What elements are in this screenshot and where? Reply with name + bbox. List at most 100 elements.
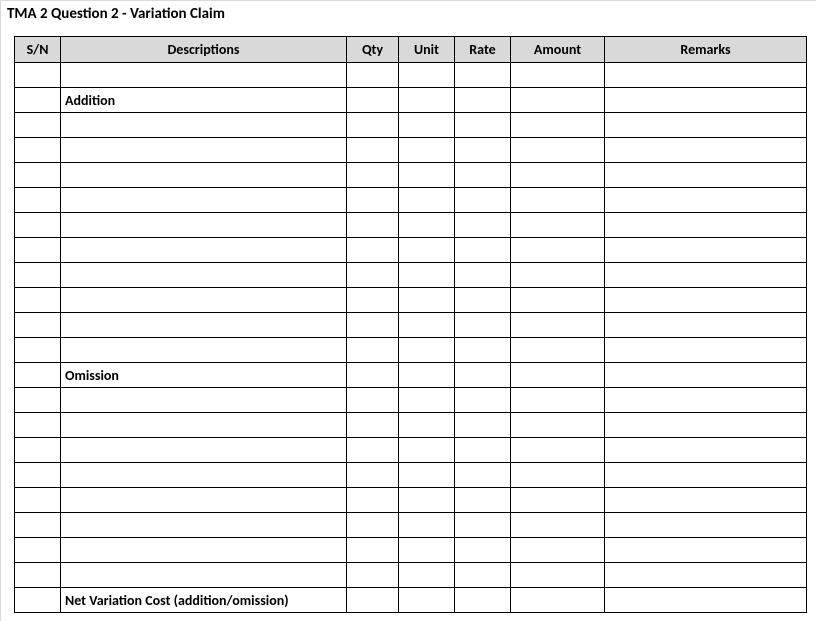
cell-rate[interactable] xyxy=(455,588,511,613)
cell-amount[interactable] xyxy=(511,113,605,138)
cell-unit[interactable] xyxy=(399,88,455,113)
cell-sn[interactable] xyxy=(15,238,61,263)
cell-remarks[interactable] xyxy=(605,338,807,363)
cell-rate[interactable] xyxy=(455,538,511,563)
cell-rate[interactable] xyxy=(455,263,511,288)
cell-amount[interactable] xyxy=(511,513,605,538)
cell-amount[interactable] xyxy=(511,238,605,263)
cell-amount[interactable] xyxy=(511,338,605,363)
cell-qty[interactable] xyxy=(347,363,399,388)
cell-desc[interactable] xyxy=(61,188,347,213)
cell-qty[interactable] xyxy=(347,238,399,263)
cell-desc[interactable] xyxy=(61,138,347,163)
cell-sn[interactable] xyxy=(15,388,61,413)
cell-amount[interactable] xyxy=(511,463,605,488)
cell-desc[interactable] xyxy=(61,413,347,438)
cell-unit[interactable] xyxy=(399,488,455,513)
cell-desc[interactable] xyxy=(61,563,347,588)
cell-rate[interactable] xyxy=(455,463,511,488)
cell-sn[interactable] xyxy=(15,63,61,88)
cell-rate[interactable] xyxy=(455,338,511,363)
cell-unit[interactable] xyxy=(399,238,455,263)
cell-amount[interactable] xyxy=(511,263,605,288)
cell-rate[interactable] xyxy=(455,63,511,88)
cell-qty[interactable] xyxy=(347,138,399,163)
cell-desc[interactable] xyxy=(61,63,347,88)
cell-unit[interactable] xyxy=(399,213,455,238)
cell-desc[interactable]: Addition xyxy=(61,88,347,113)
cell-unit[interactable] xyxy=(399,538,455,563)
cell-desc[interactable] xyxy=(61,263,347,288)
cell-rate[interactable] xyxy=(455,288,511,313)
cell-unit[interactable] xyxy=(399,263,455,288)
cell-unit[interactable] xyxy=(399,563,455,588)
cell-desc[interactable] xyxy=(61,538,347,563)
cell-remarks[interactable] xyxy=(605,513,807,538)
cell-amount[interactable] xyxy=(511,438,605,463)
cell-remarks[interactable] xyxy=(605,488,807,513)
cell-remarks[interactable] xyxy=(605,238,807,263)
cell-qty[interactable] xyxy=(347,338,399,363)
cell-amount[interactable] xyxy=(511,63,605,88)
cell-remarks[interactable] xyxy=(605,63,807,88)
cell-desc[interactable]: Net Variation Cost (addition/omission) xyxy=(61,588,347,613)
cell-rate[interactable] xyxy=(455,313,511,338)
cell-unit[interactable] xyxy=(399,288,455,313)
cell-amount[interactable] xyxy=(511,163,605,188)
cell-desc[interactable] xyxy=(61,513,347,538)
cell-qty[interactable] xyxy=(347,313,399,338)
cell-rate[interactable] xyxy=(455,213,511,238)
cell-unit[interactable] xyxy=(399,588,455,613)
cell-unit[interactable] xyxy=(399,313,455,338)
cell-desc[interactable] xyxy=(61,313,347,338)
cell-qty[interactable] xyxy=(347,388,399,413)
cell-desc[interactable]: Omission xyxy=(61,363,347,388)
cell-amount[interactable] xyxy=(511,138,605,163)
cell-amount[interactable] xyxy=(511,538,605,563)
cell-rate[interactable] xyxy=(455,188,511,213)
cell-rate[interactable] xyxy=(455,413,511,438)
cell-unit[interactable] xyxy=(399,438,455,463)
cell-desc[interactable] xyxy=(61,463,347,488)
cell-sn[interactable] xyxy=(15,163,61,188)
cell-sn[interactable] xyxy=(15,413,61,438)
cell-desc[interactable] xyxy=(61,288,347,313)
cell-rate[interactable] xyxy=(455,488,511,513)
cell-rate[interactable] xyxy=(455,238,511,263)
cell-qty[interactable] xyxy=(347,438,399,463)
cell-amount[interactable] xyxy=(511,563,605,588)
cell-amount[interactable] xyxy=(511,213,605,238)
cell-unit[interactable] xyxy=(399,63,455,88)
cell-amount[interactable] xyxy=(511,588,605,613)
cell-amount[interactable] xyxy=(511,188,605,213)
cell-sn[interactable] xyxy=(15,363,61,388)
cell-desc[interactable] xyxy=(61,488,347,513)
cell-sn[interactable] xyxy=(15,538,61,563)
cell-remarks[interactable] xyxy=(605,413,807,438)
cell-unit[interactable] xyxy=(399,338,455,363)
cell-rate[interactable] xyxy=(455,88,511,113)
cell-unit[interactable] xyxy=(399,188,455,213)
cell-rate[interactable] xyxy=(455,438,511,463)
cell-qty[interactable] xyxy=(347,488,399,513)
cell-amount[interactable] xyxy=(511,388,605,413)
cell-remarks[interactable] xyxy=(605,113,807,138)
cell-qty[interactable] xyxy=(347,413,399,438)
cell-remarks[interactable] xyxy=(605,263,807,288)
cell-sn[interactable] xyxy=(15,463,61,488)
cell-remarks[interactable] xyxy=(605,388,807,413)
cell-rate[interactable] xyxy=(455,388,511,413)
cell-rate[interactable] xyxy=(455,163,511,188)
cell-amount[interactable] xyxy=(511,313,605,338)
cell-qty[interactable] xyxy=(347,563,399,588)
cell-remarks[interactable] xyxy=(605,588,807,613)
cell-desc[interactable] xyxy=(61,388,347,413)
cell-sn[interactable] xyxy=(15,488,61,513)
cell-remarks[interactable] xyxy=(605,538,807,563)
cell-sn[interactable] xyxy=(15,213,61,238)
cell-sn[interactable] xyxy=(15,88,61,113)
cell-sn[interactable] xyxy=(15,138,61,163)
cell-sn[interactable] xyxy=(15,563,61,588)
cell-amount[interactable] xyxy=(511,288,605,313)
cell-qty[interactable] xyxy=(347,63,399,88)
